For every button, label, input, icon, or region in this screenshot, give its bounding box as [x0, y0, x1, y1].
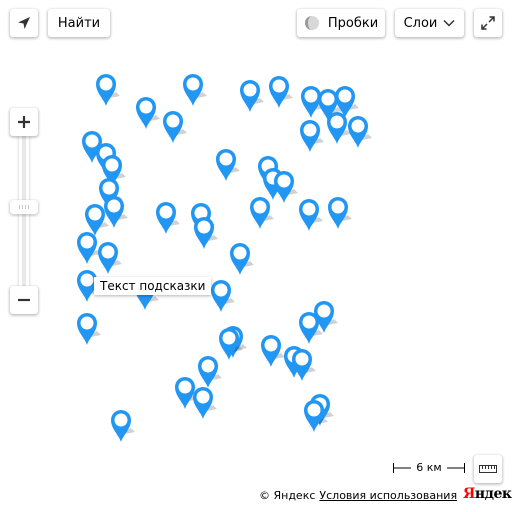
ruler-icon — [479, 465, 497, 473]
find-button[interactable]: Найти — [48, 9, 110, 37]
terms-of-use-link[interactable]: Условия использования — [319, 489, 457, 502]
placemark[interactable] — [94, 72, 130, 112]
placemark[interactable] — [267, 74, 303, 114]
placemark-icon — [156, 202, 180, 234]
scale-line: 6 км — [393, 460, 465, 476]
scale-label: 6 км — [416, 461, 442, 474]
placemark[interactable] — [214, 147, 250, 187]
layers-button[interactable]: Слои — [395, 9, 464, 37]
zoom-in-button[interactable] — [10, 108, 38, 136]
chevron-down-icon — [443, 19, 455, 27]
placemark-icon — [96, 74, 120, 106]
placemark[interactable] — [326, 195, 362, 235]
placemark[interactable] — [302, 398, 338, 438]
minus-icon — [18, 298, 30, 302]
placemark-icon — [250, 197, 274, 229]
grip-icon — [19, 205, 29, 209]
zoom-slider-handle[interactable] — [10, 200, 38, 214]
layers-button-label: Слои — [403, 15, 438, 31]
placemark[interactable] — [346, 114, 382, 154]
traffic-light-icon — [304, 16, 319, 30]
yandex-logo[interactable]: Яндекс — [463, 486, 512, 502]
placemark-icon — [193, 387, 217, 419]
placemark[interactable] — [161, 109, 197, 149]
placemark-icon — [211, 280, 235, 312]
placemark[interactable] — [248, 195, 284, 235]
copyright-text: © Яндекс — [259, 489, 316, 502]
placemark-icon — [216, 149, 240, 181]
placemark[interactable] — [181, 72, 217, 112]
placemark-icon — [269, 76, 293, 108]
traffic-button[interactable]: Пробки — [297, 9, 385, 37]
locate-button[interactable] — [10, 9, 38, 37]
placemark-hint: Текст подсказки — [94, 277, 212, 295]
plus-icon — [18, 116, 30, 128]
placemark-icon — [163, 111, 187, 143]
expand-icon — [481, 16, 495, 30]
copyright: © Яндекс Условия использования — [259, 489, 457, 502]
placemark[interactable] — [191, 385, 227, 425]
fullscreen-button[interactable] — [474, 9, 502, 37]
placemark-icon — [194, 217, 218, 249]
placemark[interactable] — [290, 347, 326, 387]
placemark[interactable] — [192, 215, 228, 255]
placemark-icon — [292, 349, 316, 381]
placemark-icon — [304, 400, 328, 432]
placemark[interactable] — [109, 408, 145, 448]
navigation-arrow-icon — [18, 17, 30, 29]
placemark-icon — [230, 243, 254, 275]
placemark-icon — [328, 197, 352, 229]
placemark[interactable] — [154, 200, 190, 240]
traffic-button-label: Пробки — [327, 15, 379, 31]
find-button-label: Найти — [57, 15, 101, 31]
placemark-icon — [77, 313, 101, 345]
placemark-icon — [111, 410, 135, 442]
zoom-out-button[interactable] — [10, 286, 38, 314]
placemark-icon — [348, 116, 372, 148]
placemark[interactable] — [75, 311, 111, 351]
placemark[interactable] — [209, 278, 245, 318]
placemark-icon — [183, 74, 207, 106]
placemark[interactable] — [228, 241, 264, 281]
ruler-button[interactable] — [474, 455, 502, 483]
